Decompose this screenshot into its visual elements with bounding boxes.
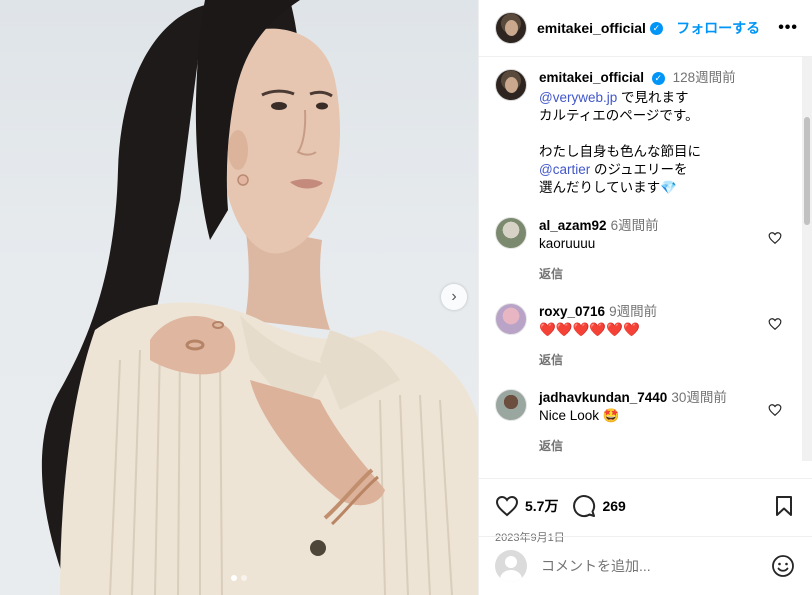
post-header: emitakei_official ✓ フォローする ••• — [479, 0, 812, 57]
like-count[interactable]: 5.7万 — [525, 496, 558, 516]
verified-badge-icon: ✓ — [649, 21, 663, 35]
like-heart-icon[interactable] — [495, 494, 519, 518]
comment-item: roxy_0716 9週間前 ❤️❤️❤️❤️❤️❤️ 返信 — [495, 303, 796, 369]
portrait-illustration — [41, 0, 478, 595]
caption-time[interactable]: 128週間前 — [673, 70, 736, 85]
like-comment-heart-icon[interactable] — [768, 231, 782, 245]
comment-time[interactable]: 9週間前 — [609, 304, 657, 319]
commenter-username[interactable]: al_azam92 — [539, 218, 607, 233]
comment-input[interactable] — [541, 558, 771, 574]
commenter-avatar[interactable] — [495, 389, 527, 421]
scrollbar-thumb[interactable] — [804, 117, 810, 225]
reply-button[interactable]: 返信 — [539, 351, 796, 369]
comments-scrollbar[interactable] — [802, 57, 812, 461]
like-comment-heart-icon[interactable] — [768, 403, 782, 417]
caption-text: 選んだりしています💎 — [539, 180, 677, 195]
author-username[interactable]: emitakei_official — [537, 20, 646, 36]
like-comment-heart-icon[interactable] — [768, 317, 782, 331]
comment-item: jadhavkundan_7440 30週間前 Nice Look 🤩 返信 — [495, 389, 796, 455]
mention-link[interactable]: @veryweb.jp — [539, 90, 617, 105]
bookmark-icon[interactable] — [772, 494, 796, 518]
comments-list: emitakei_official ✓ 128週間前 @veryweb.jp で… — [479, 57, 812, 478]
reply-button[interactable]: 返信 — [539, 265, 796, 283]
author-avatar[interactable] — [495, 12, 527, 44]
caption-text: カルティエのページです。 — [539, 108, 699, 123]
carousel-indicator — [0, 575, 478, 581]
current-user-avatar — [495, 550, 527, 582]
caption-text: で見れます — [617, 90, 689, 105]
carousel-next-button[interactable]: › — [441, 284, 467, 310]
comment-time[interactable]: 30週間前 — [671, 390, 727, 405]
follow-button[interactable]: フォローする — [676, 18, 760, 38]
reply-button[interactable]: 返信 — [539, 437, 796, 455]
comment-time[interactable]: 6週間前 — [611, 218, 659, 233]
chevron-right-icon: › — [451, 288, 457, 305]
commenter-username[interactable]: jadhavkundan_7440 — [539, 390, 667, 405]
mention-link[interactable]: @cartier — [539, 162, 590, 177]
commenter-avatar[interactable] — [495, 303, 527, 335]
comment-item: al_azam92 6週間前 kaoruuuu 返信 — [495, 217, 796, 283]
caption-username[interactable]: emitakei_official — [539, 70, 644, 85]
post-caption: emitakei_official ✓ 128週間前 @veryweb.jp で… — [495, 69, 796, 197]
comment-text: ❤️❤️❤️❤️❤️❤️ — [539, 322, 640, 337]
comment-count[interactable]: 269 — [602, 498, 625, 514]
caption-text: のジュエリーを — [590, 162, 688, 177]
carousel-dot-2 — [241, 575, 247, 581]
more-options-icon[interactable]: ••• — [778, 19, 798, 37]
post-modal: › emitakei_official ✓ フォローする ••• emitake… — [0, 0, 812, 595]
caption-author-avatar[interactable] — [495, 69, 527, 101]
emoji-icon[interactable] — [771, 554, 795, 578]
comment-text: Nice Look 🤩 — [539, 408, 620, 423]
comment-text: kaoruuuu — [539, 236, 596, 251]
carousel-dot-1 — [231, 575, 237, 581]
caption-text: わたし自身も色んな節目に — [539, 144, 701, 159]
add-comment-bar — [479, 536, 812, 595]
post-details-panel: emitakei_official ✓ フォローする ••• emitakei_… — [478, 0, 812, 595]
post-photo: › — [0, 0, 478, 595]
comment-bubble-icon[interactable] — [572, 494, 596, 518]
commenter-username[interactable]: roxy_0716 — [539, 304, 605, 319]
commenter-avatar[interactable] — [495, 217, 527, 249]
verified-badge-icon: ✓ — [651, 71, 665, 85]
